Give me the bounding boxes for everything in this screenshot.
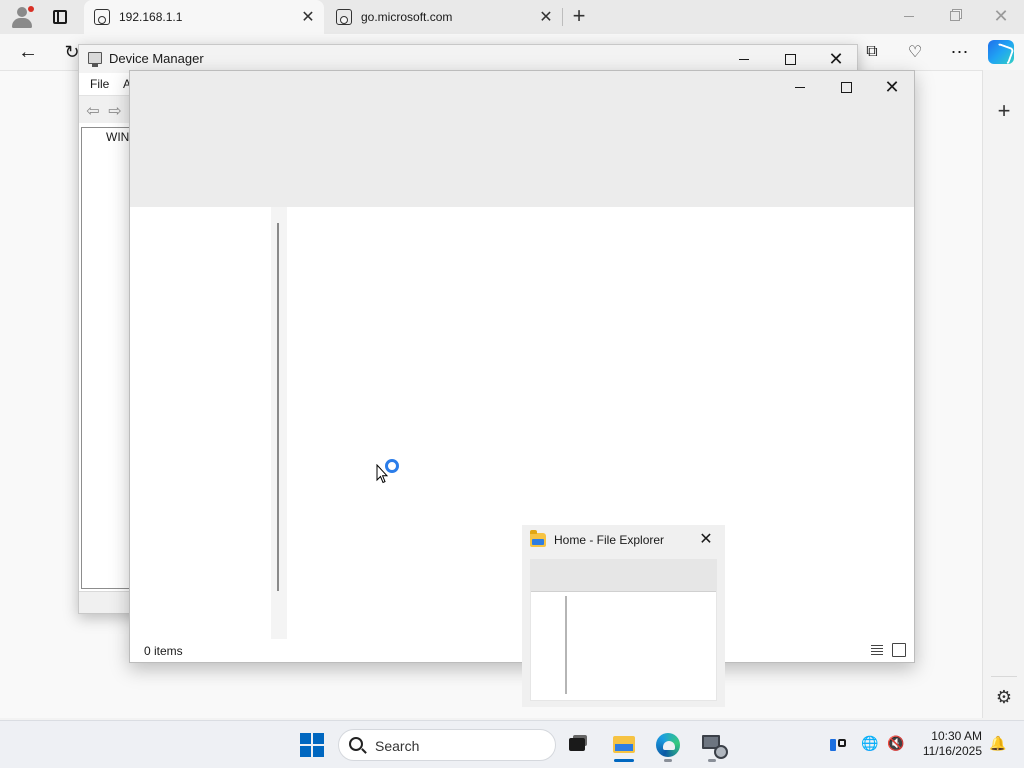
item-count: 0 items — [144, 644, 183, 658]
tiles-view-icon[interactable] — [892, 643, 906, 657]
tab-close-button[interactable]: ✕ — [298, 7, 318, 27]
search-placeholder: Search — [375, 738, 420, 754]
page-icon — [336, 9, 352, 25]
computer-icon — [88, 52, 102, 67]
details-view-icon[interactable] — [870, 643, 884, 657]
maximize-button[interactable] — [767, 47, 813, 71]
page-icon — [94, 9, 110, 25]
minimize-button[interactable] — [777, 75, 823, 99]
split-screen-icon[interactable]: ⧉ — [858, 40, 886, 64]
tab-label: go.microsoft.com — [361, 10, 453, 24]
close-button[interactable]: ✕ — [813, 47, 859, 71]
sidebar-divider — [991, 676, 1017, 677]
tab-label: 192.168.1.1 — [119, 10, 183, 24]
search-icon — [349, 737, 363, 751]
clock-time: 10:30 AM — [931, 729, 982, 743]
file-explorer-taskbar-icon[interactable] — [604, 729, 644, 762]
preview-thumbnail[interactable] — [530, 559, 717, 701]
device-manager-titlebar[interactable]: Device Manager ✕ — [79, 45, 857, 73]
new-tab-button[interactable]: + — [566, 5, 592, 29]
maximize-button[interactable] — [823, 75, 869, 99]
forward-arrow-icon[interactable]: ⇨ — [105, 101, 125, 120]
performance-icon[interactable]: ♡ — [901, 40, 929, 64]
taskbar-search[interactable]: Search — [338, 729, 556, 761]
explorer-header[interactable]: ✕ — [130, 71, 914, 207]
device-manager-taskbar-icon[interactable] — [692, 729, 732, 762]
tab-divider — [562, 8, 563, 26]
folder-icon — [530, 530, 546, 547]
back-arrow-icon[interactable]: ← — [14, 40, 42, 64]
browser-restore-button[interactable] — [932, 4, 978, 28]
edge-taskbar-icon[interactable] — [648, 729, 688, 762]
navigation-pane — [271, 207, 287, 639]
minimize-button[interactable] — [721, 47, 767, 71]
window-title: Device Manager — [109, 51, 204, 66]
preview-titlebar: Home - File Explorer ✕ — [522, 525, 725, 555]
task-view-icon[interactable] — [558, 729, 598, 761]
speaker-muted-icon[interactable]: 🔇 — [886, 735, 906, 755]
preview-close-button[interactable]: ✕ — [696, 530, 716, 550]
back-arrow-icon[interactable]: ⇦ — [83, 101, 103, 120]
profile-icon[interactable] — [8, 4, 36, 30]
network-globe-icon[interactable]: 🌐 — [860, 735, 880, 755]
tab-actions-icon[interactable] — [48, 6, 72, 28]
browser-minimize-button[interactable] — [886, 4, 932, 28]
windows-start-icon[interactable] — [300, 733, 324, 757]
system-clock[interactable]: 10:30 AM 11/16/2025 — [914, 729, 982, 759]
tray-apps-icon[interactable] — [828, 735, 848, 755]
tab-close-button[interactable]: ✕ — [536, 7, 556, 27]
taskbar-thumbnail-preview[interactable]: Home - File Explorer ✕ — [522, 525, 725, 707]
gear-icon[interactable]: ⚙ — [993, 686, 1015, 708]
tab-192-168-1-1[interactable]: 192.168.1.1 ✕ — [84, 0, 324, 34]
navigation-pane-scrollbar[interactable] — [277, 223, 279, 591]
browser-sidebar: + ⚙ — [982, 70, 1024, 718]
notification-bell-icon[interactable]: 🔔 — [988, 735, 1008, 755]
browser-close-button[interactable]: ✕ — [978, 4, 1024, 28]
browser-tab-strip: 192.168.1.1 ✕ go.microsoft.com ✕ + ✕ — [0, 0, 1024, 34]
copilot-icon[interactable] — [988, 40, 1014, 64]
add-sidebar-app-icon[interactable]: + — [993, 100, 1015, 122]
thumbnail-header — [531, 560, 716, 592]
more-icon[interactable]: ⋯ — [946, 40, 974, 64]
clock-date: 11/16/2025 — [922, 744, 982, 758]
preview-title: Home - File Explorer — [554, 533, 665, 547]
close-button[interactable]: ✕ — [869, 75, 915, 99]
taskbar: Search 🌐 🔇 10:30 AM 11/16/2025 🔔 — [0, 720, 1024, 768]
thumbnail-divider — [565, 596, 567, 694]
tab-go-microsoft-com[interactable]: go.microsoft.com ✕ — [326, 0, 562, 34]
menu-file[interactable]: File — [90, 77, 109, 91]
busy-spinner-icon — [385, 459, 399, 473]
